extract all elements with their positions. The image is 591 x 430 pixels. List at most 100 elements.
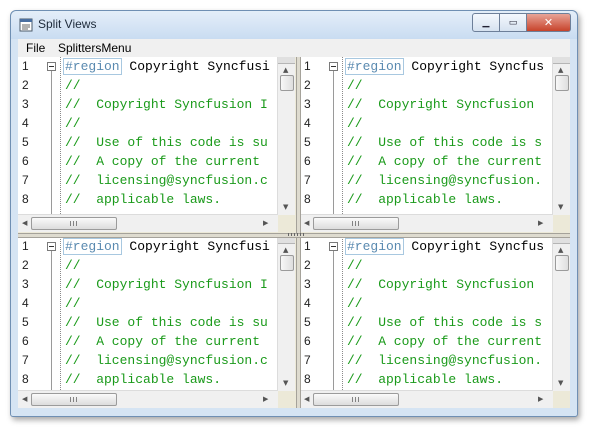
scroll-up-icon[interactable]: ▲ (558, 246, 563, 254)
code-line[interactable]: // Copyright Syncfusion (347, 277, 534, 292)
vertical-scroll-thumb[interactable] (280, 75, 294, 91)
code-line[interactable]: #region Copyright Syncfus (345, 238, 544, 255)
collapse-region-icon[interactable] (329, 242, 338, 251)
title-bar[interactable]: Split Views ▁ ▭ ✕ (11, 11, 577, 39)
code-line[interactable]: // Copyright Syncfusion I (65, 277, 268, 292)
line-number: 6 (304, 334, 311, 348)
pane-split-handle[interactable] (553, 57, 570, 64)
horizontal-scroll-thumb[interactable]: III (31, 393, 117, 406)
horizontal-scrollbar[interactable]: ◀ III ▶ (300, 390, 553, 408)
collapse-region-icon[interactable] (329, 62, 338, 71)
pane-split-handle[interactable] (278, 57, 295, 64)
scroll-right-icon[interactable]: ▶ (538, 219, 543, 227)
line-number: 6 (304, 154, 311, 168)
code-line[interactable]: // Use of this code is s (347, 315, 542, 330)
line-number: 5 (22, 315, 29, 329)
line-number: 4 (22, 296, 29, 310)
code-line[interactable]: // (65, 258, 81, 273)
code-line[interactable]: // applicable laws. (65, 192, 221, 207)
code-line[interactable]: // Use of this code is su (65, 315, 268, 330)
code-line[interactable]: // applicable laws. (65, 372, 221, 387)
code-line[interactable]: // (65, 116, 81, 131)
code-line[interactable]: // (347, 296, 363, 311)
scroll-up-icon[interactable]: ▲ (283, 246, 288, 254)
code-line[interactable]: // (65, 296, 81, 311)
code-line[interactable]: // (347, 258, 363, 273)
scroll-left-icon[interactable]: ◀ (22, 219, 27, 227)
code-line[interactable]: #region Copyright Syncfusi (63, 238, 270, 255)
splitter-grip[interactable] (288, 233, 304, 236)
horizontal-scrollbar[interactable]: ◀ III ▶ (300, 214, 553, 232)
scrollbar-corner (278, 215, 295, 232)
line-number: 7 (22, 353, 29, 367)
code-line[interactable]: // A copy of the current (65, 154, 260, 169)
code-line[interactable]: #region Copyright Syncfus (345, 58, 544, 75)
split-editor-area: 1 2 3 4 5 6 7 8 #region Copyright Syncfusi // // C… (18, 57, 570, 408)
scroll-down-icon[interactable]: ▼ (558, 379, 563, 387)
scroll-left-icon[interactable]: ◀ (304, 219, 309, 227)
scroll-up-icon[interactable]: ▲ (558, 66, 563, 74)
minimize-button[interactable]: ▁ (472, 13, 500, 32)
scroll-right-icon[interactable]: ▶ (263, 219, 268, 227)
scroll-down-icon[interactable]: ▼ (283, 379, 288, 387)
collapse-region-icon[interactable] (47, 242, 56, 251)
horizontal-scroll-thumb[interactable]: III (313, 217, 399, 230)
editor-pane-top-right[interactable]: 1 2 3 4 5 6 7 8 #region Copyright Syncfus // // Co… (300, 57, 570, 232)
code-line[interactable]: // licensing@syncfusion. (347, 353, 542, 368)
horizontal-scrollbar[interactable]: ◀ III ▶ (18, 214, 278, 232)
fold-margin (326, 237, 343, 394)
menu-bar: File SplittersMenu (18, 39, 570, 57)
fold-margin (44, 57, 61, 215)
close-button[interactable]: ✕ (527, 13, 571, 32)
menu-splitters[interactable]: SplittersMenu (58, 41, 131, 55)
window-title: Split Views (38, 17, 97, 31)
line-number: 3 (304, 277, 311, 291)
vertical-scroll-thumb[interactable] (555, 255, 569, 271)
scroll-down-icon[interactable]: ▼ (558, 203, 563, 211)
vertical-scrollbar[interactable]: ▲ ▼ (552, 57, 570, 215)
code-line[interactable]: // A copy of the current (347, 334, 542, 349)
code-line[interactable]: // applicable laws. (347, 372, 503, 387)
scroll-right-icon[interactable]: ▶ (263, 395, 268, 403)
code-line[interactable]: // licensing@syncfusion.c (65, 173, 268, 188)
menu-file[interactable]: File (26, 41, 45, 55)
code-line[interactable]: // (65, 78, 81, 93)
code-line[interactable]: // Use of this code is s (347, 135, 542, 150)
code-line[interactable]: #region Copyright Syncfusi (63, 58, 270, 75)
code-line[interactable]: // licensing@syncfusion. (347, 173, 542, 188)
line-number: 2 (304, 258, 311, 272)
line-number: 8 (304, 192, 311, 206)
fold-line (51, 71, 52, 215)
code-line[interactable]: // Use of this code is su (65, 135, 268, 150)
code-line[interactable]: // (347, 116, 363, 131)
editor-pane-bottom-right[interactable]: 1 2 3 4 5 6 7 8 #region Copyright Syncfus // // Co… (300, 237, 570, 408)
code-line[interactable]: // applicable laws. (347, 192, 503, 207)
code-line[interactable]: // A copy of the current (65, 334, 260, 349)
scroll-left-icon[interactable]: ◀ (304, 395, 309, 403)
pane-split-handle[interactable] (553, 237, 570, 244)
editor-pane-top-left[interactable]: 1 2 3 4 5 6 7 8 #region Copyright Syncfusi // // C… (18, 57, 295, 232)
pane-split-handle[interactable] (278, 237, 295, 244)
editor-pane-bottom-left[interactable]: 1 2 3 4 5 6 7 8 #region Copyright Syncfusi // // C… (18, 237, 295, 408)
line-number: 2 (22, 258, 29, 272)
vertical-scroll-thumb[interactable] (555, 75, 569, 91)
vertical-scrollbar[interactable]: ▲ ▼ (277, 57, 295, 215)
scroll-right-icon[interactable]: ▶ (538, 395, 543, 403)
code-line[interactable]: // licensing@syncfusion.c (65, 353, 268, 368)
horizontal-scroll-thumb[interactable]: III (31, 217, 117, 230)
horizontal-scroll-thumb[interactable]: III (313, 393, 399, 406)
code-line[interactable]: // Copyright Syncfusion I (65, 97, 268, 112)
code-line[interactable]: // Copyright Syncfusion (347, 97, 534, 112)
vertical-scroll-thumb[interactable] (280, 255, 294, 271)
vertical-scrollbar[interactable]: ▲ ▼ (552, 237, 570, 391)
code-line[interactable]: // (347, 78, 363, 93)
line-number: 3 (22, 97, 29, 111)
code-line[interactable]: // A copy of the current (347, 154, 542, 169)
scroll-left-icon[interactable]: ◀ (22, 395, 27, 403)
maximize-button[interactable]: ▭ (500, 13, 527, 32)
vertical-scrollbar[interactable]: ▲ ▼ (277, 237, 295, 391)
horizontal-scrollbar[interactable]: ◀ III ▶ (18, 390, 278, 408)
scroll-up-icon[interactable]: ▲ (283, 66, 288, 74)
scroll-down-icon[interactable]: ▼ (283, 203, 288, 211)
collapse-region-icon[interactable] (47, 62, 56, 71)
